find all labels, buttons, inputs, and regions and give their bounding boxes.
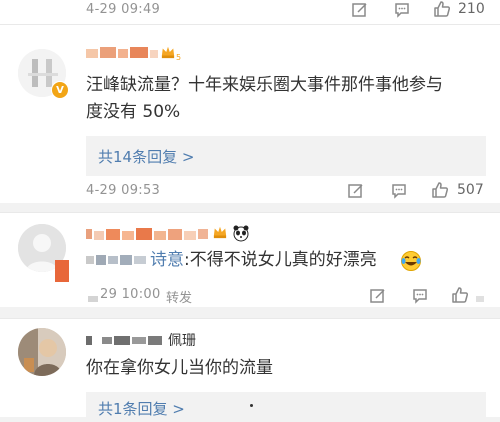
thumbs-up-icon[interactable]	[450, 285, 470, 305]
comment-card: V 5 汪峰缺流量？十年来娱乐圈大事件那件事他参与 度没有 50% 共14条回复…	[0, 24, 500, 200]
divider	[0, 24, 500, 25]
comment-text: 你在拿你女儿当你的流量	[86, 358, 273, 378]
comment-text: :不得不说女儿真的好漂亮	[184, 250, 377, 270]
comment-card: 诗意:不得不说女儿真的好漂亮 29 10:00 转发	[0, 212, 500, 307]
view-replies-link[interactable]: 共14条回复 >	[98, 146, 194, 167]
edit-icon[interactable]	[350, 0, 370, 20]
like-count: 507	[457, 182, 484, 198]
divider	[0, 318, 500, 319]
comment-text-line: 诗意:不得不说女儿真的好漂亮	[150, 246, 377, 274]
comment-card: 佩珊 你在拿你女儿当你的流量 共1条回复 >	[0, 318, 500, 422]
edit-icon[interactable]	[368, 286, 388, 306]
divider	[0, 212, 500, 213]
forward-link[interactable]: 转发	[166, 287, 192, 306]
username-blurred[interactable]	[86, 332, 168, 346]
reply-summary-box[interactable]: 共14条回复 >	[86, 136, 486, 176]
username-blurred[interactable]	[86, 45, 158, 59]
comment-icon[interactable]	[389, 181, 409, 201]
avatar[interactable]	[18, 328, 66, 376]
comment-icon[interactable]	[410, 286, 430, 306]
comment-time: 4-29 09:53	[86, 183, 161, 198]
vip-badge-icon: V	[51, 81, 69, 99]
username-suffix[interactable]: 佩珊	[168, 330, 196, 350]
crown-icon	[213, 226, 227, 239]
thumbs-up-icon[interactable]	[430, 180, 450, 200]
comment-text-line: 度没有 50%	[86, 102, 181, 122]
comment-time: 29 10:00	[100, 287, 161, 302]
dot	[250, 404, 253, 407]
reply-to-name[interactable]: 诗意	[150, 250, 184, 270]
comment-meta-top: 4-29 09:49 210	[0, 0, 500, 24]
comment-text-line: 汪峰缺流量？十年来娱乐圈大事件那件事他参与	[86, 75, 443, 95]
comment-icon[interactable]	[392, 0, 412, 20]
like-count: 210	[458, 1, 485, 17]
level-number: 5	[176, 53, 182, 62]
reply-summary-box[interactable]: 共1条回复 >	[86, 392, 486, 422]
reply-blurred-name	[86, 252, 150, 266]
crown-icon	[161, 46, 175, 59]
panda-icon	[233, 225, 249, 242]
username-blurred[interactable]	[86, 226, 210, 240]
laugh-cry-emoji	[401, 251, 421, 271]
edit-icon[interactable]	[346, 181, 366, 201]
thumbs-up-icon[interactable]	[432, 0, 452, 19]
blur-patch	[55, 260, 69, 282]
like-count-blur	[474, 290, 488, 302]
view-replies-link[interactable]: 共1条回复 >	[98, 398, 185, 419]
comment-meta: 4-29 09:53 507	[0, 181, 500, 203]
comment-time: 4-29 09:49	[86, 2, 161, 17]
